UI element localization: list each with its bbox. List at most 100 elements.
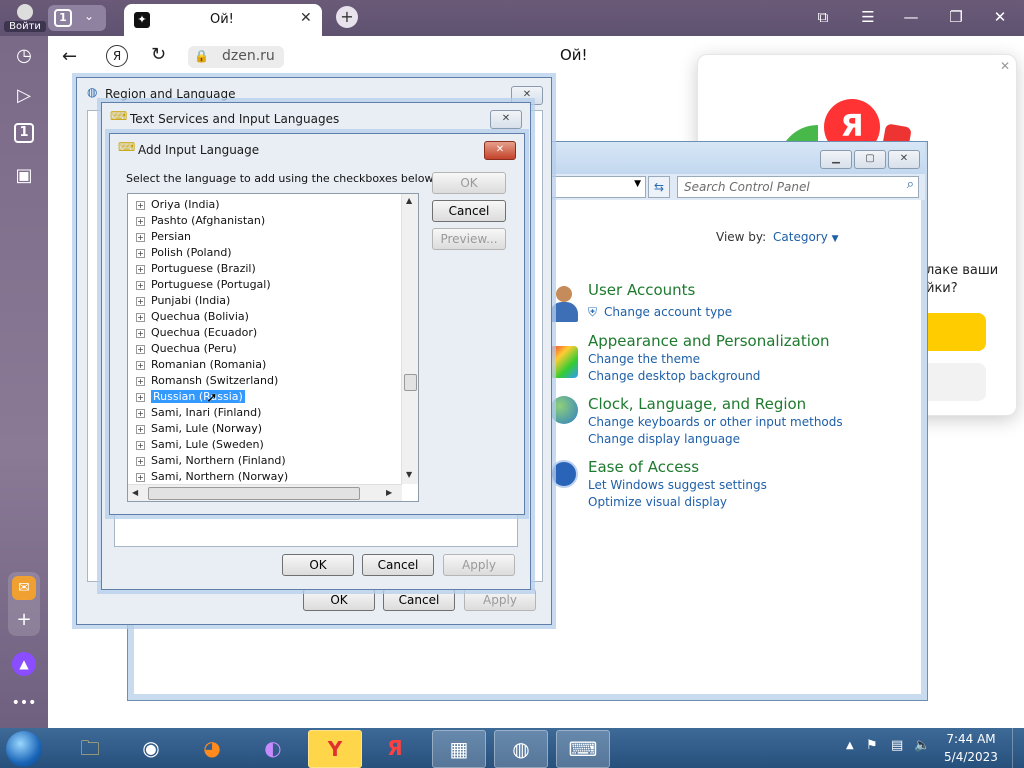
globe-icon[interactable]: ◍ xyxy=(494,730,548,768)
language-item[interactable]: + Quechua (Ecuador) xyxy=(136,325,257,341)
clock-time[interactable]: 7:44 AM xyxy=(936,732,1006,746)
language-item[interactable]: + Oriya (India) xyxy=(136,197,220,213)
add-close-icon[interactable]: ✕ xyxy=(484,141,516,160)
user-accounts-icon[interactable] xyxy=(550,284,580,324)
language-tree[interactable]: + Oriya (India) + Pashto (Afghanistan) + Pers… xyxy=(127,193,419,502)
language-item[interactable]: + Portuguese (Portugal) xyxy=(136,277,271,293)
camera-icon[interactable]: ▣ xyxy=(11,163,37,189)
scroll-right-icon[interactable]: ▶ xyxy=(386,488,392,497)
chrome-icon[interactable]: ◉ xyxy=(125,730,177,766)
link-change-theme[interactable]: Change the theme xyxy=(588,352,700,366)
expand-icon[interactable]: + xyxy=(136,376,145,386)
cat-user-accounts[interactable]: User Accounts xyxy=(588,281,695,299)
tsil-apply-button[interactable]: Apply xyxy=(443,554,515,576)
language-item[interactable]: + Persian xyxy=(136,229,191,245)
add-icon[interactable]: + xyxy=(11,607,37,633)
tray-arrow-icon[interactable]: ▲ xyxy=(846,740,854,751)
language-item[interactable]: + Sami, Northern (Norway) xyxy=(136,469,288,485)
cp-minimize-icon[interactable]: ▁ xyxy=(820,150,852,169)
expand-icon[interactable]: + xyxy=(136,328,145,338)
expand-icon[interactable]: + xyxy=(136,232,145,242)
link-change-display-language[interactable]: Change display language xyxy=(588,432,740,446)
link-change-keyboards[interactable]: Change keyboards or other input methods xyxy=(588,415,843,429)
region-apply-button[interactable]: Apply xyxy=(464,589,536,611)
add-cancel-button[interactable]: Cancel xyxy=(432,200,506,222)
language-item[interactable]: + Sami, Lule (Sweden) xyxy=(136,437,264,453)
play-icon[interactable]: ▷ xyxy=(11,83,37,109)
expand-icon[interactable]: + xyxy=(136,408,145,418)
control-panel-icon[interactable]: ▦ xyxy=(432,730,486,768)
cp-close-icon[interactable]: ✕ xyxy=(888,150,920,169)
expand-icon[interactable]: + xyxy=(136,312,145,322)
counter-icon[interactable]: 1 xyxy=(14,123,34,143)
dropdown-arrow-icon[interactable]: ▼ xyxy=(634,179,641,189)
language-item[interactable]: + Punjabi (India) xyxy=(136,293,230,309)
alice-icon[interactable]: ▲ xyxy=(12,652,36,676)
horizontal-scrollbar[interactable]: ◀ ▶ xyxy=(128,484,402,501)
keyboard-icon[interactable]: ⌨ xyxy=(556,730,610,768)
expand-icon[interactable]: + xyxy=(136,440,145,450)
start-button-icon[interactable] xyxy=(6,731,42,767)
link-change-account-type[interactable]: Change account type xyxy=(604,305,732,319)
hscroll-thumb[interactable] xyxy=(148,487,360,500)
language-item[interactable]: + Sami, Northern (Finland) xyxy=(136,453,286,469)
link-let-windows-suggest[interactable]: Let Windows suggest settings xyxy=(588,478,767,492)
tsil-cancel-button[interactable]: Cancel xyxy=(362,554,434,576)
scroll-thumb[interactable] xyxy=(404,374,417,391)
clock-icon[interactable]: ◷ xyxy=(11,43,37,69)
tsil-ok-button[interactable]: OK xyxy=(282,554,354,576)
expand-icon[interactable]: + xyxy=(136,296,145,306)
expand-icon[interactable]: + xyxy=(136,264,145,274)
bookmarks-icon[interactable]: ⧉ xyxy=(808,8,838,26)
language-item[interactable]: + Romanian (Romania) xyxy=(136,357,266,373)
cat-appearance[interactable]: Appearance and Personalization xyxy=(588,332,830,350)
add-ok-button[interactable]: OK xyxy=(432,172,506,194)
appearance-icon[interactable] xyxy=(550,346,578,378)
mail-icon[interactable]: ✉ xyxy=(12,576,36,600)
network-icon[interactable]: ▤ xyxy=(891,738,903,753)
reload-icon[interactable]: ↻ xyxy=(151,44,166,65)
language-item[interactable]: + Sami, Lule (Norway) xyxy=(136,421,262,437)
close-icon[interactable]: ✕ xyxy=(985,8,1015,26)
explorer-icon[interactable]: 🗀 xyxy=(64,730,116,766)
flag-icon[interactable]: ⚑ xyxy=(866,738,878,753)
more-icon[interactable]: ••• xyxy=(11,690,37,716)
expand-icon[interactable]: + xyxy=(136,280,145,290)
refresh-icon[interactable]: ⇆ xyxy=(648,176,670,198)
tsil-close-icon[interactable]: ✕ xyxy=(490,110,522,129)
language-item[interactable]: + Pashto (Afghanistan) xyxy=(136,213,265,229)
link-change-desktop-background[interactable]: Change desktop background xyxy=(588,369,760,383)
language-item[interactable]: + Quechua (Bolivia) xyxy=(136,309,249,325)
expand-icon[interactable]: + xyxy=(136,360,145,370)
menu-icon[interactable]: ☰ xyxy=(853,8,883,26)
expand-icon[interactable]: + xyxy=(136,216,145,226)
scroll-left-icon[interactable]: ◀ xyxy=(132,488,138,497)
firefox-icon[interactable]: ◕ xyxy=(186,730,238,766)
tab-close-icon[interactable]: ✕ xyxy=(300,10,312,26)
cat-ease-of-access[interactable]: Ease of Access xyxy=(588,458,699,476)
language-item[interactable]: + Quechua (Peru) xyxy=(136,341,237,357)
add-preview-button[interactable]: Preview... xyxy=(432,228,506,250)
cp-maximize-icon[interactable]: ▢ xyxy=(854,150,886,169)
vertical-scrollbar[interactable]: ▲ ▼ xyxy=(401,194,418,484)
language-item[interactable]: + Romansh (Switzerland) xyxy=(136,373,278,389)
yandex-icon[interactable]: Y xyxy=(308,730,362,768)
browser-icon[interactable]: ◐ xyxy=(247,730,299,766)
yandex-browser-icon[interactable]: Я xyxy=(369,730,421,766)
login-button[interactable]: Войти xyxy=(4,4,46,32)
back-icon[interactable]: ← xyxy=(62,46,77,67)
show-desktop-button[interactable] xyxy=(1012,728,1024,768)
yandex-icon[interactable]: Я xyxy=(106,45,128,67)
scroll-up-icon[interactable]: ▲ xyxy=(406,196,412,205)
tab-active[interactable]: ✦ Ой! ✕ xyxy=(124,4,322,36)
view-by-dropdown[interactable]: Category ▼ xyxy=(773,230,839,244)
clock-date[interactable]: 5/4/2023 xyxy=(936,750,1006,764)
tab-counter-button[interactable]: 1 ⌄ xyxy=(48,5,106,31)
expand-icon[interactable]: + xyxy=(136,456,145,466)
maximize-icon[interactable]: ❐ xyxy=(941,8,971,26)
globe-clock-icon[interactable] xyxy=(550,396,578,424)
language-item[interactable]: + Polish (Poland) xyxy=(136,245,232,261)
link-optimize-visual-display[interactable]: Optimize visual display xyxy=(588,495,727,509)
expand-icon[interactable]: + xyxy=(136,248,145,258)
volume-icon[interactable]: 🔈 xyxy=(914,738,930,753)
